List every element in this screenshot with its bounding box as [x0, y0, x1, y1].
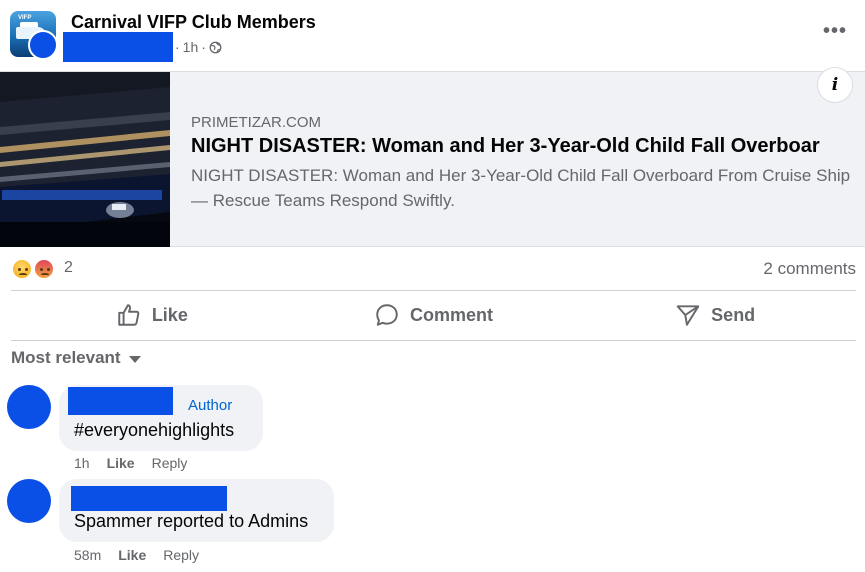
like-button[interactable]: Like [11, 291, 293, 339]
reaction-summary: 2 2 comments [11, 256, 856, 282]
comment-time[interactable]: 58m [74, 547, 101, 563]
angry-reaction-icon [33, 258, 55, 280]
link-description: NIGHT DISASTER: Woman and Her 3-Year-Old… [191, 166, 851, 210]
comment-reply-button[interactable]: Reply [163, 547, 199, 563]
comment-text: Spammer reported to Admins [74, 511, 309, 531]
redacted-commenter-name[interactable] [71, 486, 227, 511]
sort-label: Most relevant [11, 348, 121, 367]
redacted-poster-name[interactable] [63, 32, 173, 62]
comment-like-button[interactable]: Like [107, 455, 135, 471]
comment-meta: 58m Like Reply [74, 547, 216, 563]
cruise-ship-night-image [0, 72, 170, 247]
group-name[interactable]: Carnival VIFP Club Members [71, 12, 316, 33]
link-thumbnail[interactable] [0, 72, 170, 247]
comment-time[interactable]: 1h [74, 455, 90, 471]
poster-avatar[interactable] [28, 30, 58, 60]
caret-down-icon [128, 355, 141, 363]
comment-count[interactable]: 2 comments [763, 259, 856, 279]
like-label: Like [151, 304, 188, 325]
redacted-commenter-name[interactable] [68, 387, 173, 415]
divider [11, 340, 856, 341]
sad-reaction-icon [11, 258, 33, 280]
reaction-count[interactable]: 2 [64, 259, 73, 277]
link-preview-card[interactable]: PRIMETIZAR.COM NIGHT DISASTER: Woman and… [0, 67, 865, 247]
info-icon[interactable]: i [817, 67, 853, 103]
comment-reply-button[interactable]: Reply [152, 455, 188, 471]
author-badge: Author [188, 397, 233, 414]
reaction-icons[interactable] [11, 258, 59, 280]
send-button[interactable]: Send [574, 291, 856, 339]
link-title[interactable]: NIGHT DISASTER: Woman and Her 3-Year-Old… [191, 135, 831, 158]
post-header: VIFP Carnival VIFP Club Members · 1h · •… [0, 0, 865, 72]
more-options-icon[interactable]: ••• [823, 20, 847, 43]
send-icon [676, 305, 700, 326]
comment-sort-dropdown[interactable]: Most relevant [11, 348, 141, 368]
comment-button[interactable]: Comment [293, 291, 575, 339]
meta-separator: · [175, 39, 180, 55]
commenter-avatar[interactable] [7, 479, 51, 523]
comment-bubble-icon [376, 304, 398, 326]
meta-separator: · [201, 39, 206, 55]
comment-text: #everyonehighlights [74, 420, 235, 440]
globe-icon [209, 41, 222, 53]
link-domain: PRIMETIZAR.COM [191, 114, 321, 131]
post-meta: · 1h · [175, 39, 222, 55]
commenter-avatar[interactable] [7, 385, 51, 429]
comment-label: Comment [410, 304, 494, 325]
action-bar: Like Comment Send [11, 291, 856, 339]
send-label: Send [711, 304, 756, 325]
comment-like-button[interactable]: Like [118, 547, 146, 563]
group-avatar-badge: VIFP [18, 15, 32, 21]
thumbs-up-icon [118, 304, 140, 326]
comment-meta: 1h Like Reply [74, 455, 204, 471]
post-time[interactable]: 1h [183, 39, 199, 55]
